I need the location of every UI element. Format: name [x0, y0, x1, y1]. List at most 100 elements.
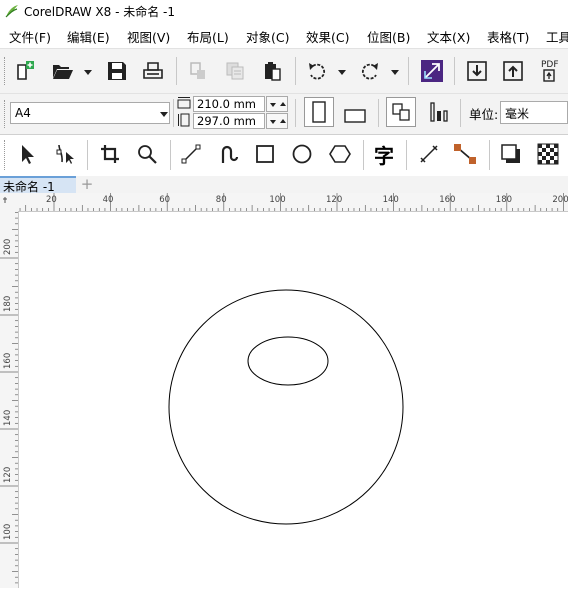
undo-button[interactable] [302, 56, 332, 86]
page-width-value: 210.0 mm [197, 97, 256, 111]
print-icon [143, 62, 163, 79]
page-size-dropdown-arrow[interactable] [160, 112, 168, 117]
ruler-label: 160 [3, 353, 13, 369]
artistic-media-icon [221, 145, 239, 163]
ruler-label: 60 [159, 195, 170, 205]
shape-tool-icon [56, 144, 74, 164]
unit-select[interactable]: 毫米 [500, 101, 568, 124]
ruler-label: 80 [216, 195, 227, 205]
polygon-tool-button[interactable] [325, 139, 355, 169]
export-icon [503, 61, 523, 81]
undo-icon [309, 63, 326, 80]
page-height-spinner[interactable] [266, 113, 288, 129]
drawing-canvas[interactable] [19, 212, 568, 588]
coreldraw-logo-icon [5, 5, 18, 18]
menu-bitmaps[interactable]: 位图(B) [367, 27, 410, 46]
open-recent-dropdown[interactable] [84, 70, 92, 75]
paste-icon [265, 62, 281, 81]
ruler-label: 180 [496, 195, 512, 205]
page-size-select[interactable]: A4 [10, 102, 170, 124]
new-document-button[interactable] [10, 56, 40, 86]
paste-button[interactable] [257, 56, 287, 86]
connector-tool-button[interactable] [450, 139, 480, 169]
dimension-tool-button[interactable] [414, 139, 444, 169]
page-width-field[interactable]: 210.0 mm [193, 96, 265, 112]
crop-tool-icon [101, 145, 119, 163]
redo-button[interactable] [355, 56, 385, 86]
page-width-spinner[interactable] [266, 96, 288, 112]
dimension-tool-icon [420, 145, 438, 163]
ellipse-tool-button[interactable] [287, 139, 317, 169]
connector-tool-icon [454, 144, 476, 164]
page-height-icon [178, 113, 190, 127]
cut-icon [190, 62, 205, 79]
all-pages-button[interactable] [386, 97, 416, 127]
artistic-media-tool-button[interactable] [213, 139, 243, 169]
drop-shadow-icon [501, 144, 520, 163]
ruler-origin-icon[interactable] [2, 195, 16, 209]
menu-bar: 文件(F) 编辑(E) 视图(V) 布局(L) 对象(C) 效果(C) 位图(B… [0, 22, 568, 48]
ruler-label: 200 [3, 239, 13, 255]
shape-tool-button[interactable] [50, 139, 80, 169]
landscape-icon [344, 109, 366, 123]
import-button[interactable] [462, 56, 492, 86]
rectangle-tool-button[interactable] [250, 139, 280, 169]
publish-pdf-icon: PDF [541, 60, 559, 82]
ruler-label: 100 [3, 524, 13, 540]
new-document-icon [17, 61, 34, 80]
ellipse-tool-icon [292, 144, 312, 164]
save-button[interactable] [102, 56, 132, 86]
landscape-button[interactable] [340, 100, 370, 130]
ruler-label: 200 [552, 195, 568, 205]
horizontal-ruler-ticks: 20 40 60 80 100 120 140 160 180 200 [19, 193, 568, 211]
large-circle-shape[interactable] [168, 289, 404, 525]
menu-table[interactable]: 表格(T) [487, 27, 529, 46]
undo-dropdown[interactable] [338, 70, 346, 75]
menu-text[interactable]: 文本(X) [427, 27, 470, 46]
text-tool-icon: 字 [374, 143, 394, 168]
ruler-label: 100 [269, 195, 285, 205]
transparency-tool-button[interactable] [533, 139, 563, 169]
ruler-label: 20 [46, 195, 57, 205]
open-button[interactable] [48, 56, 78, 86]
ruler-label: 140 [3, 410, 13, 426]
launcher-button[interactable] [417, 56, 447, 86]
crop-tool-button[interactable] [95, 139, 125, 169]
page-height-field[interactable]: 297.0 mm [193, 113, 265, 129]
freehand-tool-icon [181, 144, 201, 164]
ruler-label: 120 [326, 195, 342, 205]
menu-view[interactable]: 视图(V) [127, 27, 170, 46]
redo-icon [361, 63, 378, 80]
menu-effects[interactable]: 效果(C) [306, 27, 349, 46]
menu-edit[interactable]: 编辑(E) [67, 27, 110, 46]
export-button[interactable] [498, 56, 528, 86]
pick-tool-button[interactable] [12, 139, 42, 169]
vertical-ruler[interactable]: 200 180 160 140 120 100 [0, 211, 19, 588]
text-tool-button[interactable]: 字 [369, 139, 399, 169]
page-height-value: 297.0 mm [197, 114, 256, 128]
menu-layout[interactable]: 布局(L) [187, 27, 229, 46]
zoom-tool-button[interactable] [132, 139, 162, 169]
all-pages-icon [392, 103, 410, 121]
open-folder-icon [53, 65, 73, 79]
cut-button[interactable] [183, 56, 213, 86]
portrait-button[interactable] [304, 97, 334, 127]
redo-dropdown[interactable] [391, 70, 399, 75]
current-page-button[interactable] [424, 97, 454, 127]
document-tab[interactable]: 未命名 -1 [0, 176, 76, 194]
publish-pdf-button[interactable]: PDF [536, 56, 566, 86]
launcher-icon [421, 60, 443, 82]
menu-object[interactable]: 对象(C) [246, 27, 289, 46]
copy-button[interactable] [220, 56, 250, 86]
print-button[interactable] [138, 56, 168, 86]
menu-tools[interactable]: 工具 [546, 27, 568, 46]
drop-shadow-tool-button[interactable] [496, 139, 526, 169]
add-tab-button[interactable]: + [80, 177, 94, 192]
vertical-ruler-ticks: 200 180 160 140 120 100 [0, 212, 18, 584]
menu-file[interactable]: 文件(F) [9, 27, 51, 46]
portrait-icon [312, 101, 326, 123]
freehand-tool-button[interactable] [176, 139, 206, 169]
small-ellipse-shape[interactable] [247, 336, 329, 386]
horizontal-ruler[interactable]: 20 40 60 80 100 120 140 160 180 200 [0, 193, 568, 212]
unit-value: 毫米 [505, 107, 530, 121]
